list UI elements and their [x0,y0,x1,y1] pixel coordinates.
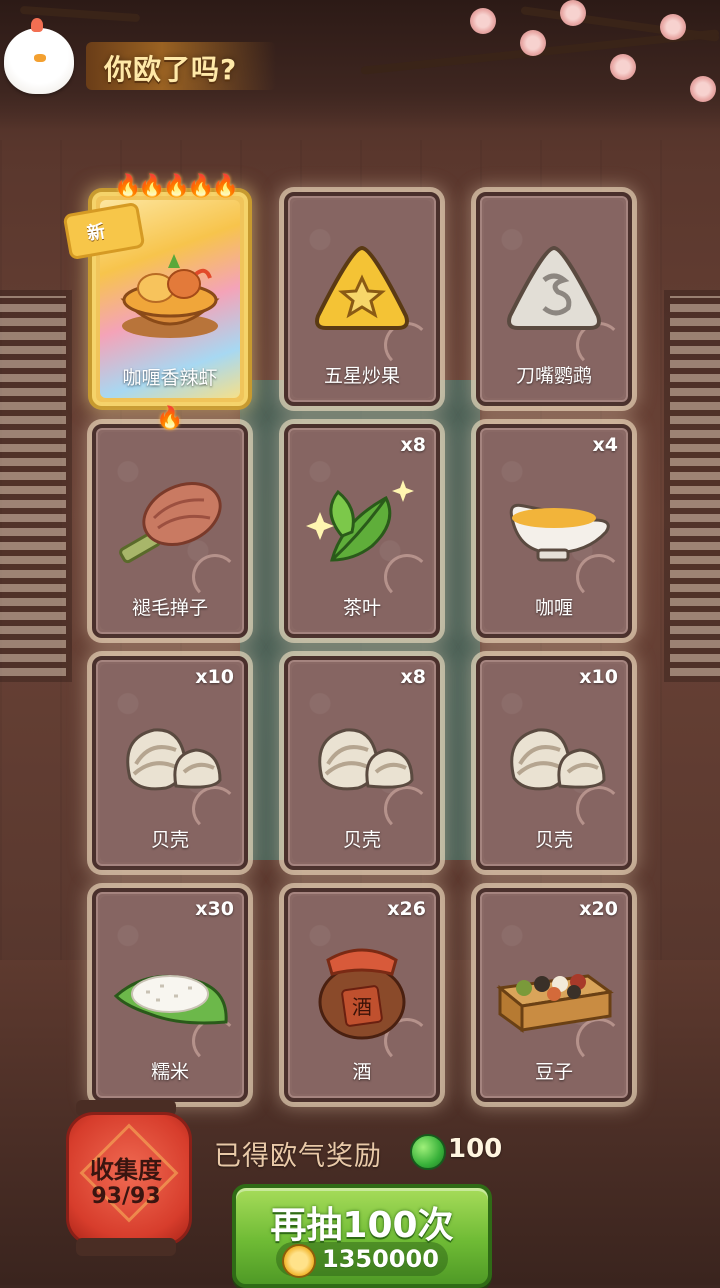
card-label: 贝壳 [150,829,189,851]
reward-card[interactable]: x8 茶叶 [284,424,440,638]
draw-cost: 1350000 [322,1245,439,1273]
curry-gravy-boat-icon [509,503,610,562]
draw-again-label: 再抽100次 [270,1205,454,1246]
lantern-base [76,1238,176,1256]
blossom-icon [560,0,586,26]
collection-progress: 93/93 [91,1184,161,1209]
blossom-icon [470,8,496,34]
tea-leaves-icon [306,480,414,562]
blossom-icon [610,54,636,80]
collection-lantern[interactable]: 收集度 93/93 [66,1100,192,1260]
clam-shell-icon [510,728,606,791]
blossom-icon [520,30,546,56]
clam-shell-icon [126,728,222,791]
card-label: 糯米 [150,1061,189,1083]
right-window [664,290,720,682]
reward-label: 已得欧气奖励 [214,1141,382,1172]
card-label: 豆子 [534,1061,573,1083]
reward-card[interactable]: 🔥 褪毛掸子 [92,406,248,638]
glutinous-rice-icon [113,975,228,1025]
curry-shrimp-dish-icon [120,254,220,338]
rarity-flame: 🔥 [156,406,184,431]
reward-card[interactable]: x10 贝壳 [92,656,248,870]
item-count: x8 [400,434,426,456]
reward-card[interactable]: x4 咖喱 [476,424,632,638]
blossom-icon [690,76,716,102]
card-label: 茶叶 [342,597,381,619]
blossom-icon [660,14,686,40]
left-window [0,290,72,682]
card-label: 褪毛掸子 [131,597,208,619]
card-label: 咖喱 [534,597,573,619]
item-count: x26 [387,898,426,920]
reward-card[interactable]: 五星炒果 [284,192,440,406]
collection-title: 收集度 [90,1156,162,1184]
card-label: 刀嘴鹦鹉 [515,365,592,387]
card-label: 贝壳 [342,829,381,851]
card-label: 五星炒果 [323,365,400,387]
item-count: x30 [195,898,234,920]
reward-card[interactable]: x26 酒 酒 [284,888,440,1102]
page-title: 你欧了吗? [104,53,238,86]
parrot-rice-ball-icon [507,245,601,330]
clam-shell-icon [318,728,414,791]
reward-card[interactable]: x8 贝壳 [284,656,440,870]
wine-jar-icon: 酒 [318,948,406,1040]
rarity-flames: 🔥🔥🔥🔥🔥 [114,174,239,199]
gold-coin-icon [282,1244,316,1278]
reward-card-featured[interactable]: 🔥🔥🔥🔥🔥 新 咖喱香辣虾 [62,174,248,406]
reward-value: 100 [448,1134,503,1164]
card-label: 咖喱香辣虾 [122,367,218,389]
item-count: x10 [579,666,618,688]
blossom-branch [520,6,720,42]
reward-card[interactable]: 刀嘴鹦鹉 [476,192,632,406]
chick-mascot-icon [4,18,74,94]
feather-duster-icon [119,482,222,564]
item-count: x8 [400,666,426,688]
item-count: x10 [195,666,234,688]
reward-card[interactable]: x20 豆子 [476,888,632,1102]
beans-box-icon [496,974,614,1033]
card-label: 贝壳 [534,829,573,851]
wine-jar-char: 酒 [352,995,372,1019]
title-area: 你欧了吗? [0,18,300,94]
card-label: 酒 [352,1061,372,1083]
item-count: x20 [579,898,618,920]
draw-again-button[interactable]: 再抽100次 1350000 [232,1184,492,1288]
reward-card[interactable]: x10 贝壳 [476,656,632,870]
new-badge-label: 新 [85,220,107,245]
reward-card[interactable]: x30 糯米 [92,888,248,1102]
item-count: x4 [592,434,618,456]
star-fried-fruit-icon [315,245,409,330]
green-gem-icon [410,1134,446,1170]
